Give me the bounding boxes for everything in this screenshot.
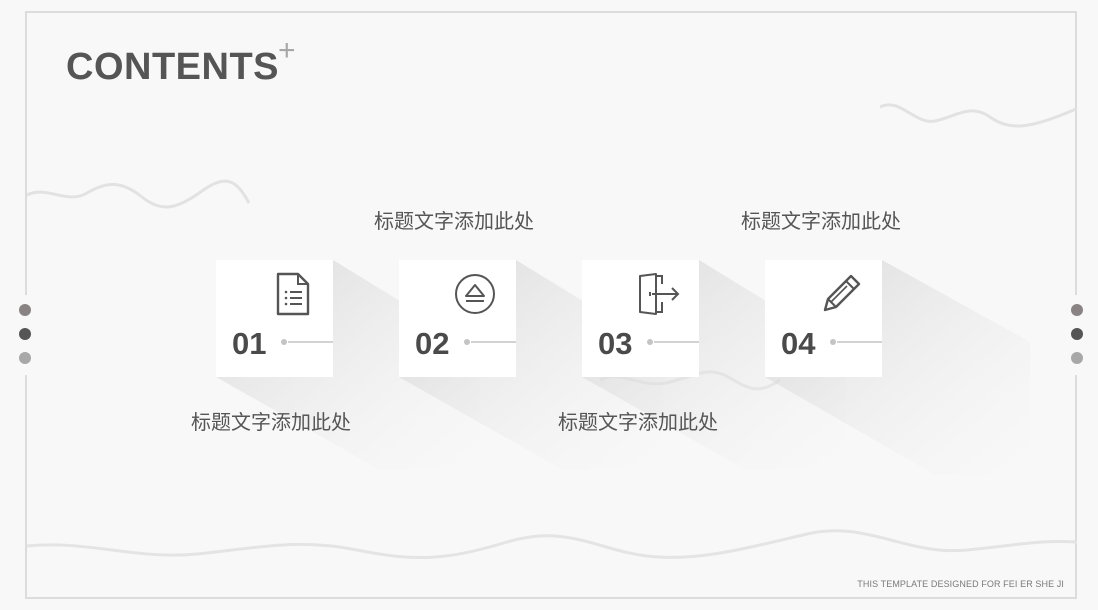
connector-line	[654, 341, 699, 343]
connector-dot	[647, 339, 653, 345]
contents-card-03[interactable]: 03	[582, 260, 699, 377]
exit-door-icon	[639, 273, 680, 315]
card-shadows	[216, 260, 1030, 475]
contents-card-02[interactable]: 02	[399, 260, 516, 377]
card-number: 01	[232, 326, 267, 361]
item-label-04: 标题文字添加此处	[741, 209, 901, 233]
slide: CONTENTS + 01 02 03 04 标题文字添加此处 标题文字添加此处…	[0, 0, 1098, 610]
pencil-icon	[823, 274, 861, 312]
connector-dot	[281, 339, 287, 345]
card-number: 03	[598, 326, 633, 361]
item-label-03: 标题文字添加此处	[558, 410, 718, 434]
item-label-01: 标题文字添加此处	[191, 410, 351, 434]
contents-card-01[interactable]: 01	[216, 260, 333, 377]
contents-card-04[interactable]: 04	[765, 260, 882, 377]
item-label-02: 标题文字添加此处	[374, 209, 534, 233]
document-list-icon	[276, 272, 310, 316]
card-number: 04	[781, 326, 816, 361]
connector-line	[837, 341, 882, 343]
card-number: 02	[415, 326, 450, 361]
eject-icon	[455, 274, 495, 314]
footer-credit: THIS TEMPLATE DESIGNED FOR FEI ER SHE JI	[857, 579, 1064, 589]
connector-line	[288, 341, 333, 343]
connector-dot	[464, 339, 470, 345]
connector-dot	[830, 339, 836, 345]
connector-line	[471, 341, 516, 343]
